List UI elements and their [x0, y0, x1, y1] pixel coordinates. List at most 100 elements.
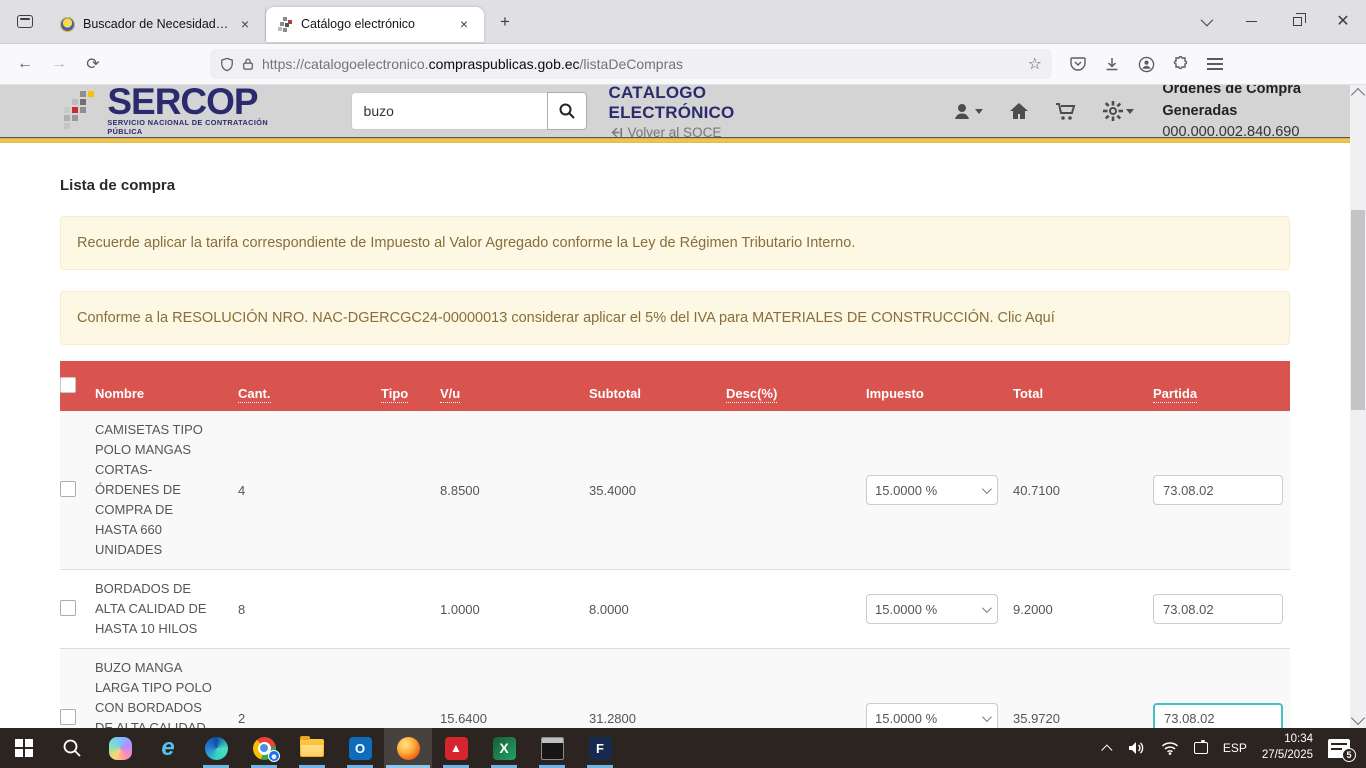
vu-value: 1.0000 [440, 570, 589, 649]
back-button[interactable]: ← [10, 50, 40, 78]
row-checkbox[interactable] [60, 600, 76, 616]
vu-value: 8.8500 [440, 411, 589, 570]
firefox-button[interactable] [384, 728, 432, 768]
orders-label: Ordenes de Compra Generadas [1162, 85, 1366, 122]
notifications-button[interactable]: 5 [1328, 739, 1350, 758]
firefox-view-icon[interactable] [10, 8, 40, 36]
page-title: Lista de compra [60, 177, 1290, 194]
row-checkbox[interactable] [60, 481, 76, 497]
restore-button[interactable] [1274, 0, 1320, 43]
copilot-button[interactable] [96, 728, 144, 768]
restore-icon [1293, 17, 1302, 26]
vertical-scrollbar[interactable] [1350, 85, 1366, 728]
url-bar[interactable]: https://catalogoelectronico.compraspubli… [210, 49, 1052, 79]
system-tray: ESP 10:3427/5/2025 5 [1105, 728, 1366, 768]
bookmark-star-icon[interactable]: ☆ [1028, 54, 1042, 74]
edge-button[interactable] [192, 728, 240, 768]
acrobat-button[interactable]: ▲ [432, 728, 480, 768]
col-vu[interactable]: V/u [440, 386, 460, 403]
home-icon [1009, 102, 1029, 120]
tab-close-icon[interactable]: × [454, 14, 474, 34]
chrome-button[interactable]: ☻ [240, 728, 288, 768]
impuesto-select[interactable]: 15.0000 % [866, 703, 998, 728]
language-indicator[interactable]: ESP [1223, 741, 1247, 755]
display-tray-button[interactable] [1194, 742, 1208, 754]
outlook-icon: O [349, 737, 372, 760]
tray-expand-button[interactable] [1105, 744, 1113, 752]
clic-aqui-link[interactable]: Clic Aquí [998, 310, 1055, 326]
tab-buscador[interactable]: Buscador de Necesidades de Co × [48, 7, 266, 42]
volver-soce-link[interactable]: Volver al SOCE [609, 125, 823, 140]
user-menu-button[interactable] [952, 102, 983, 120]
outlook-button[interactable]: O [336, 728, 384, 768]
user-icon [952, 102, 972, 120]
display-icon [1194, 742, 1208, 754]
notification-badge: 5 [1342, 748, 1356, 762]
impuesto-select[interactable]: 15.0000 % [866, 475, 998, 505]
chevron-down-icon [1126, 109, 1134, 114]
excel-button[interactable]: X [480, 728, 528, 768]
lock-icon[interactable] [242, 57, 254, 71]
file-explorer-icon [300, 739, 324, 757]
site-header: SERCOP SERVICIO NACIONAL DE CONTRATACIÓN… [0, 85, 1366, 137]
desc-value [726, 649, 866, 729]
search-input[interactable] [351, 92, 547, 130]
row-checkbox[interactable] [60, 709, 76, 725]
select-all-checkbox[interactable] [60, 377, 76, 393]
minimize-button[interactable] [1228, 0, 1274, 43]
sercop-mosaic-icon [62, 89, 99, 133]
menu-icon[interactable] [1207, 58, 1223, 70]
tab-overview-glyph [17, 15, 33, 28]
volume-button[interactable] [1128, 740, 1146, 756]
catalog-search [351, 92, 587, 130]
wifi-button[interactable] [1161, 741, 1179, 755]
page-app-title: CATÁLOGO ELECTRÓNICO [609, 85, 823, 123]
scrollbar-thumb[interactable] [1351, 210, 1365, 410]
clock[interactable]: 10:3427/5/2025 [1262, 732, 1313, 763]
partida-input[interactable] [1153, 475, 1283, 505]
list-all-tabs-button[interactable] [1182, 0, 1228, 43]
account-icon[interactable] [1138, 56, 1155, 73]
pocket-icon[interactable] [1070, 56, 1086, 72]
copilot-icon [109, 737, 132, 760]
scroll-up-icon[interactable] [1351, 88, 1365, 102]
ecuador-crest-favicon [60, 17, 75, 32]
col-tipo[interactable]: Tipo [381, 386, 408, 403]
impuesto-select[interactable]: 15.0000 % [866, 594, 998, 624]
home-button[interactable] [1009, 102, 1029, 120]
partida-input-focused[interactable] [1153, 703, 1283, 728]
close-button[interactable]: ✕ [1320, 0, 1366, 43]
settings-menu-button[interactable] [1103, 101, 1134, 121]
cart-button[interactable] [1055, 102, 1077, 121]
search-button[interactable] [547, 92, 587, 130]
extensions-icon[interactable] [1173, 56, 1189, 72]
tab-close-icon[interactable]: × [235, 14, 255, 34]
sercop-favicon [278, 17, 293, 32]
terminal-button[interactable] [528, 728, 576, 768]
tab-catalogo[interactable]: Catálogo electrónico × [266, 7, 484, 42]
start-button[interactable] [0, 728, 48, 768]
search-icon [62, 738, 82, 758]
forward-button[interactable]: → [44, 50, 74, 78]
acrobat-icon: ▲ [445, 737, 468, 760]
shield-icon[interactable] [220, 57, 234, 72]
col-partida[interactable]: Partida [1153, 386, 1197, 403]
fe-app-button[interactable]: F [576, 728, 624, 768]
sercop-logo[interactable]: SERCOP SERVICIO NACIONAL DE CONTRATACIÓN… [62, 86, 293, 136]
new-tab-button[interactable]: + [492, 9, 518, 35]
vu-value: 15.6400 [440, 649, 589, 729]
windows-logo-icon [15, 739, 33, 757]
cant-value: 4 [238, 411, 381, 570]
taskbar-search-button[interactable] [48, 728, 96, 768]
orders-number: 000.000.002.840.690 [1162, 122, 1366, 143]
col-desc[interactable]: Desc(%) [726, 386, 777, 403]
downloads-icon[interactable] [1104, 56, 1120, 72]
internet-explorer-button[interactable]: e [144, 728, 192, 768]
cart-icon [1055, 102, 1077, 121]
file-explorer-button[interactable] [288, 728, 336, 768]
col-cant[interactable]: Cant. [238, 386, 271, 403]
reload-button[interactable]: ⟳ [78, 50, 108, 78]
scroll-down-icon[interactable] [1351, 711, 1365, 725]
firefox-icon [397, 737, 420, 760]
partida-input[interactable] [1153, 594, 1283, 624]
